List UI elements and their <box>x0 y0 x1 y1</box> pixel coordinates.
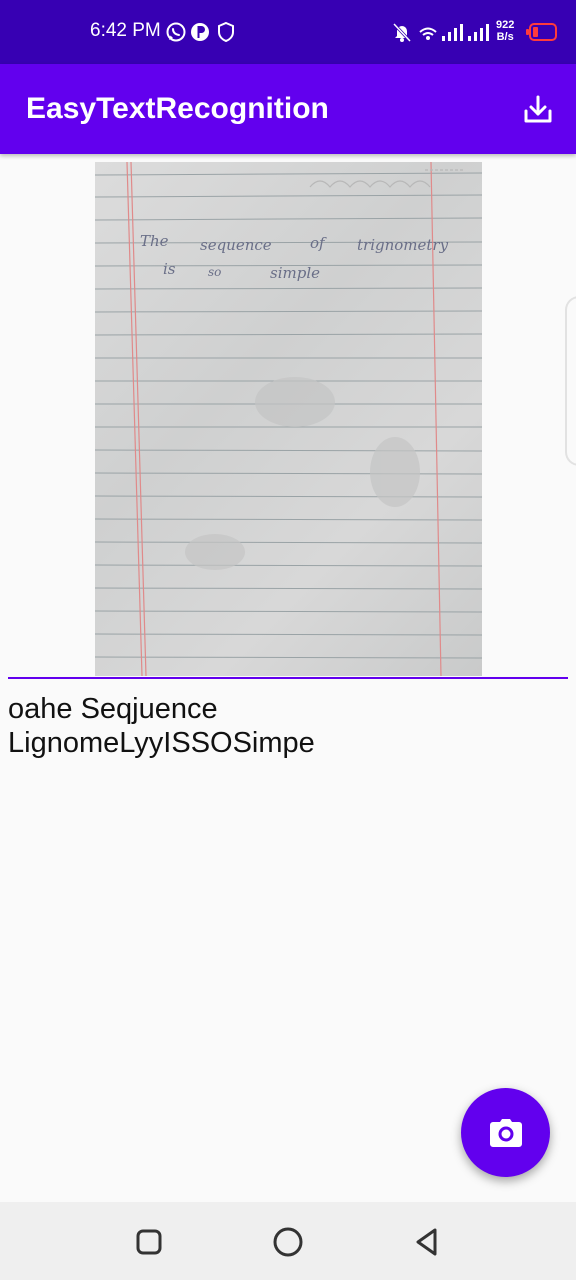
recent-apps-icon <box>136 1229 162 1255</box>
camera-button[interactable] <box>461 1088 550 1177</box>
handwritten-word: is <box>163 260 176 278</box>
home-icon <box>273 1227 303 1257</box>
captured-image: The sequence of trignometry is so simple <box>95 162 482 676</box>
handwritten-word: trignometry <box>357 236 449 254</box>
battery-low-icon <box>526 23 557 41</box>
divider <box>8 677 568 679</box>
download-icon <box>524 95 552 123</box>
status-time: 6:42 PM <box>90 20 161 41</box>
handwritten-word: of <box>310 234 327 252</box>
app-title: EasyTextRecognition <box>26 92 329 125</box>
wifi-icon <box>419 27 437 40</box>
navigation-bar <box>0 1202 576 1280</box>
p-app-icon <box>191 23 209 41</box>
signal-icon <box>468 24 489 41</box>
network-speed-value: 922 <box>496 19 515 31</box>
home-button[interactable] <box>270 1224 306 1260</box>
app-bar: EasyTextRecognition <box>0 64 576 154</box>
signal-icon <box>442 24 463 41</box>
handwritten-word: so <box>208 265 221 279</box>
edge-panel-handle[interactable] <box>565 296 576 466</box>
shield-icon <box>218 21 234 43</box>
handwritten-word: sequence <box>200 236 272 254</box>
network-speed: 922 B/s <box>496 19 514 43</box>
handwritten-word: The <box>140 232 169 250</box>
status-bar: 6:42 PM 922 B/s <box>0 0 576 64</box>
recent-apps-button[interactable] <box>131 1224 167 1260</box>
download-button[interactable] <box>516 90 560 130</box>
notebook-page-drawing: The sequence of trignometry is so simple <box>95 162 482 676</box>
bell-off-icon <box>392 22 412 43</box>
whatsapp-icon <box>166 22 186 42</box>
camera-icon <box>489 1118 522 1147</box>
network-speed-unit: B/s <box>496 31 514 43</box>
handwritten-word: simple <box>270 264 320 282</box>
back-button[interactable] <box>409 1224 445 1260</box>
back-icon <box>416 1228 437 1256</box>
recognized-text: oahe Seqjuence LignomeLyyISSOSimpe <box>8 693 315 759</box>
